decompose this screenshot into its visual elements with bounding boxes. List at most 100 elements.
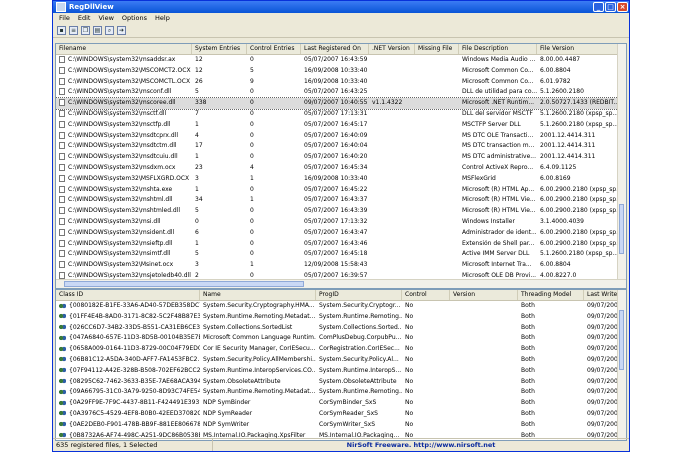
scroll-thumb[interactable] <box>64 281 304 287</box>
table-row[interactable]: C:\WINDOWS\system32\msimtf.dll 5 0 05/07/20… <box>56 249 626 260</box>
exit-icon[interactable]: ➜ <box>117 25 126 35</box>
menu-help[interactable]: Help <box>151 14 174 22</box>
cell-text: 1 <box>195 239 199 247</box>
column-header[interactable]: ProgID <box>316 290 402 300</box>
com-class-icon <box>59 399 66 406</box>
file-icon <box>59 56 65 63</box>
find-icon[interactable]: ⌕ <box>105 25 114 35</box>
column-header[interactable]: .NET Version <box>369 44 415 54</box>
table-row[interactable]: C:\WINDOWS\system32\mshtml.dll 34 1 05/07/2… <box>56 195 626 206</box>
minimize-button[interactable]: _ <box>593 2 604 12</box>
maximize-button[interactable]: □ <box>605 2 616 12</box>
table-row[interactable]: C:\WINDOWS\system32\mshta.exe 1 0 05/07/200… <box>56 185 626 196</box>
table-row[interactable]: C:\WINDOWS\system32\msdtctm.dll 17 0 05/07/… <box>56 141 626 152</box>
table-row[interactable]: C:\WINDOWS\system32\msaddsr.ax 12 0 05/07/2… <box>56 55 626 66</box>
table-row[interactable]: {0AE2DEB0-F901-478B-BB9F-881EE8066788} ND… <box>56 420 626 431</box>
table-row[interactable]: {07F94112-A42E-328B-B508-702EF62BCC29} Sy… <box>56 366 626 377</box>
copy-icon[interactable]: ❐ <box>81 25 90 35</box>
table-row[interactable]: {0A29FF9E-7F9C-4437-8B11-F424491E3931} ND… <box>56 398 626 409</box>
table-row[interactable]: C:\WINDOWS\system32\msdxm.ocx 23 4 05/07/20… <box>56 163 626 174</box>
table-cell: Windows Installer <box>459 217 537 228</box>
vertical-scrollbar[interactable] <box>617 44 626 280</box>
column-header[interactable]: Threading Model <box>518 290 584 300</box>
column-header[interactable]: Filename <box>56 44 192 54</box>
table-cell: DLL de utilidad para co... <box>459 87 537 98</box>
cell-text: C:\WINDOWS\system32\msctfp.dll <box>68 120 171 128</box>
menu-view[interactable]: View <box>94 14 117 22</box>
cell-text: Microsoft Common Co... <box>462 77 534 85</box>
table-row[interactable]: {0658A009-0164-11D3-8729-00C04F79ED0D} Co… <box>56 344 626 355</box>
column-header[interactable]: Last Registered On <box>301 44 369 54</box>
column-header[interactable]: System Entries <box>192 44 247 54</box>
entries-list[interactable]: Class ID Name ProgID Control Version Threadin… <box>55 289 627 441</box>
column-header[interactable]: Control <box>402 290 450 300</box>
cell-text: 12/09/2008 15:58:43 <box>304 261 368 269</box>
table-row[interactable]: C:\WINDOWS\system32\MSCOMCT2.OCX 12 5 16/09… <box>56 66 626 77</box>
column-header[interactable]: Class ID <box>56 290 200 300</box>
files-list[interactable]: Filename System Entries Control Entries Las… <box>55 43 627 289</box>
properties-icon[interactable]: ≡ <box>69 25 78 35</box>
table-row[interactable]: {09A66795-31C0-3A79-9250-8D93C74FE540} Sy… <box>56 387 626 398</box>
cell-text: 5 <box>195 88 199 96</box>
table-cell: {0080182E-B1FE-33A6-AD40-57DEB358DC7D} <box>56 301 200 312</box>
table-cell: Microsoft (R) HTML Vie... <box>459 195 537 206</box>
table-row[interactable]: C:\WINDOWS\system32\msdtcuiu.dll 1 0 05/07/… <box>56 152 626 163</box>
table-row[interactable]: {0080182E-B1FE-33A6-AD40-57DEB358DC7D} Sy… <box>56 301 626 312</box>
cell-text: 4.00.8227.0 <box>540 271 577 279</box>
table-row[interactable]: C:\WINDOWS\system32\msconf.dll 5 0 05/07/20… <box>56 87 626 98</box>
column-header[interactable]: File Version <box>537 44 625 54</box>
column-header[interactable]: Name <box>200 290 316 300</box>
table-row[interactable]: C:\WINDOWS\system32\msctf.dll 7 0 05/07/200… <box>56 109 626 120</box>
table-cell: 6.00.2900.2180 (xpsp_sp... <box>537 185 625 196</box>
column-header[interactable]: Missing File <box>415 44 459 54</box>
table-cell <box>369 152 415 163</box>
scroll-thumb[interactable] <box>619 310 624 370</box>
html-report-icon[interactable]: ▤ <box>93 25 102 35</box>
table-cell: C:\WINDOWS\system32\msdxm.ocx <box>56 163 192 174</box>
table-row[interactable]: C:\WINDOWS\system32\mshtmled.dll 5 0 05/07/… <box>56 206 626 217</box>
table-row[interactable]: C:\WINDOWS\system32\mscoree.dll 338 0 09/07… <box>56 97 626 110</box>
table-row[interactable]: {06B81C12-A5DA-340D-AFF7-FA1453FBC2... Sy… <box>56 355 626 366</box>
table-row[interactable]: C:\WINDOWS\system32\msieftp.dll 1 0 05/07/2… <box>56 239 626 250</box>
table-row[interactable]: {047A6840-657E-11D3-8D5B-00104B35E7EF} Mi… <box>56 333 626 344</box>
table-row[interactable]: C:\WINDOWS\system32\msdtcprx.dll 4 0 05/07/… <box>56 131 626 142</box>
column-header[interactable]: Version <box>450 290 518 300</box>
menu-edit[interactable]: Edit <box>74 14 95 22</box>
table-cell: System.Runtime.Remoting.Metadat... <box>200 312 316 323</box>
title-bar[interactable]: RegDllView _ □ × <box>53 1 629 13</box>
table-row[interactable]: {01FF4E4B-8AD0-3171-8C82-5C2F48B87E3D} Sy… <box>56 312 626 323</box>
table-row[interactable]: C:\WINDOWS\system32\MSFLXGRD.OCX 3 1 16/09/… <box>56 174 626 185</box>
table-row[interactable]: {0A3976C5-4529-4EF8-B0B0-42EED37082CD} ND… <box>56 409 626 420</box>
cell-text: Extensión de Shell par... <box>462 239 535 247</box>
table-cell <box>369 87 415 98</box>
nirsoft-link[interactable]: http://www.nirsoft.net <box>413 441 495 449</box>
cell-text: Microsoft Common Language Runtim... <box>203 334 316 342</box>
table-row[interactable]: {08295C62-7462-3633-B35E-7AE68ACA3948} Sy… <box>56 377 626 388</box>
menu-file[interactable]: File <box>55 14 74 22</box>
menu-options[interactable]: Options <box>118 14 151 22</box>
table-row[interactable]: C:\WINDOWS\system32\msident.dll 6 0 05/07/2… <box>56 228 626 239</box>
table-cell: 1 <box>192 239 247 250</box>
table-cell: 0 <box>247 185 301 196</box>
column-header[interactable]: File Description <box>459 44 537 54</box>
table-row[interactable]: C:\WINDOWS\system32\msi.dll 0 0 05/07/2007 … <box>56 217 626 228</box>
table-row[interactable]: C:\WINDOWS\system32\MSCOMCTL.OCX 26 9 16/09… <box>56 77 626 88</box>
save-icon[interactable]: ▪ <box>57 25 66 35</box>
table-cell: 3 <box>192 174 247 185</box>
table-cell: {06B81C12-A5DA-340D-AFF7-FA1453FBC2... <box>56 355 200 366</box>
horizontal-scrollbar[interactable] <box>56 279 626 288</box>
table-row[interactable]: {026CC6D7-34B2-33D5-B551-CA31EB6CE345} Sy… <box>56 323 626 334</box>
column-header[interactable]: Control Entries <box>247 44 301 54</box>
vertical-scrollbar[interactable] <box>617 290 626 440</box>
cell-text: 338 <box>195 99 207 107</box>
cell-text: No <box>405 302 414 309</box>
table-row[interactable]: C:\WINDOWS\system32\msctfp.dll 1 0 05/07/20… <box>56 120 626 131</box>
cell-text: C:\WINDOWS\system32\msi.dll <box>68 217 161 225</box>
cell-text: 8.00.00.4487 <box>540 56 581 63</box>
table-cell: 16/09/2008 10:33:40 <box>301 77 369 88</box>
scroll-thumb[interactable] <box>619 204 624 254</box>
table-cell: No <box>402 344 450 355</box>
close-button[interactable]: × <box>617 2 628 12</box>
table-row[interactable]: C:\WINDOWS\system32\Msinet.ocx 3 1 12/09/20… <box>56 260 626 271</box>
cell-text: 6.00.2900.2180 (xpsp_sp... <box>540 196 622 204</box>
